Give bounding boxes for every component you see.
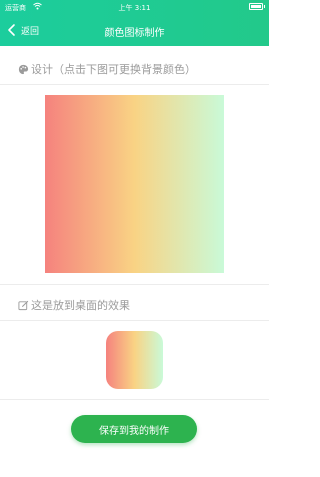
icon-preview — [106, 331, 163, 389]
divider — [0, 399, 269, 400]
divider — [0, 284, 269, 285]
nav-bar: 返回 颜色图标制作 — [0, 17, 269, 43]
page-title: 颜色图标制作 — [104, 28, 165, 39]
gradient-design-square[interactable] — [45, 95, 224, 273]
status-bar: 运营商 上午 3:11 — [0, 0, 269, 14]
design-section-label: 设计（点击下图可更换背景颜色） — [31, 63, 196, 76]
save-to-my-creations-button[interactable]: 保存到我的制作 — [71, 415, 197, 443]
status-time: 上午 3:11 — [118, 4, 151, 12]
battery-icon — [249, 3, 263, 10]
design-section-header: 设计（点击下图可更换背景颜色） — [18, 61, 196, 77]
top-header: 运营商 上午 3:11 返回 颜色图标制作 — [0, 0, 269, 46]
edit-square-icon — [18, 300, 29, 310]
preview-section-header: 这是放到桌面的效果 — [18, 297, 130, 313]
palette-icon — [18, 64, 29, 74]
divider — [0, 84, 269, 85]
divider — [0, 320, 269, 321]
battery-nub — [264, 5, 265, 8]
preview-section-label: 这是放到桌面的效果 — [31, 299, 130, 312]
